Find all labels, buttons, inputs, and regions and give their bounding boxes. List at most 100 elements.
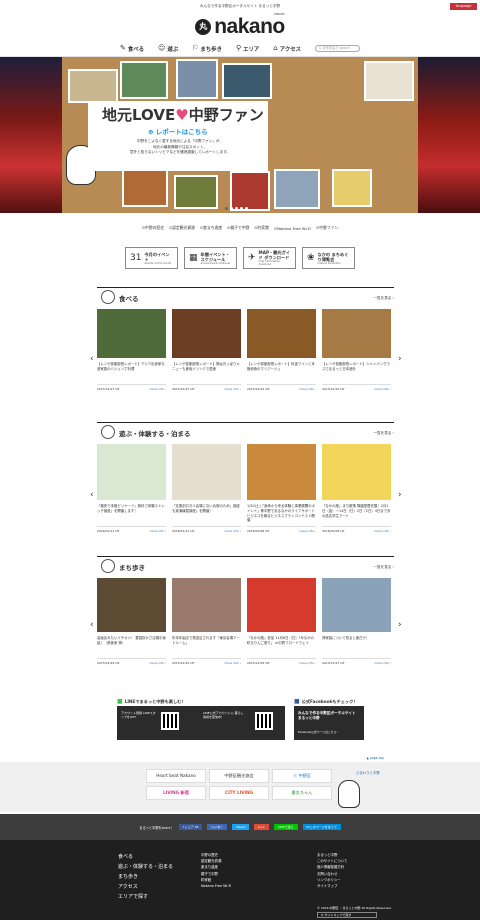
sub-links: ⊙中野の歴史 ⊙認定観光資源 ⊙産まち遺産 ⊙親子で中野 ⊙町家館 ⊙Nakan…: [0, 213, 480, 243]
nav-item-eat[interactable]: ✎ 食べる: [120, 45, 144, 53]
slider-dot[interactable]: [225, 207, 228, 210]
google-plus-button[interactable]: G+1: [254, 824, 269, 830]
carousel-prev-arrow[interactable]: ‹: [90, 354, 94, 364]
more-info-link[interactable]: more info ›: [374, 529, 391, 533]
facebook-share-button[interactable]: f シェア 28: [178, 824, 203, 830]
facebook-box: ■ 公式Facebookもチェック！ みんなで作る中野区ポータルサイト まるっと中…: [294, 698, 364, 742]
copyright: © 2016 中野区 ・まるっと中野 All Rights Reserved.: [317, 906, 392, 910]
footer-link[interactable]: サイトマップ: [317, 883, 347, 889]
page-top-link[interactable]: ▲ page top: [366, 756, 384, 760]
walk-icon: ⚐: [192, 44, 199, 52]
sitemap-search-button[interactable]: Q サイトマップで探す: [317, 912, 377, 918]
carousel-next-arrow[interactable]: ›: [398, 620, 402, 630]
feature-annual-schedule[interactable]: ▦ 年間イベント・スケジュール annual event schedule: [184, 247, 237, 269]
feature-events-month[interactable]: 31 今月のイベント events of this month: [125, 247, 178, 269]
slider-dot[interactable]: [230, 207, 233, 210]
more-info-link[interactable]: more info ›: [224, 529, 241, 533]
article-card[interactable]: 『なかの蔵』まち散策 降臨型歴史展！2月1日（金）〜14日（日）2日（2日）4日…: [322, 444, 391, 533]
more-info-link[interactable]: more info ›: [149, 387, 166, 391]
sublink[interactable]: ⊙親子で中野: [227, 225, 249, 231]
qr-code: [255, 712, 273, 730]
facebook-panel[interactable]: みんなで作る中野区ポータルサイト まるっと中野 Facebook公式ページはこち…: [294, 706, 364, 740]
banner[interactable]: ⓝ 中野区: [272, 769, 332, 783]
see-all-link[interactable]: 一覧を見る ›: [373, 565, 394, 570]
facebook-link[interactable]: Facebook公式ページはこちら ›: [298, 730, 360, 734]
sublink[interactable]: ⊙産まち遺産: [200, 225, 222, 231]
sublink[interactable]: ⊙中野ファン: [316, 225, 338, 231]
article-card[interactable]: 年末年始店で発送店されます「東京会場アートルーム」 2015/12/22 UP mo…: [172, 578, 241, 665]
see-all-link[interactable]: 一覧を見る ›: [373, 431, 394, 436]
article-date: 2015/12/27 UP: [172, 387, 195, 391]
slider-dot[interactable]: [240, 207, 243, 210]
more-info-link[interactable]: more info ›: [374, 387, 391, 391]
footer-link[interactable]: 遊ぶ・体験する・泊まる: [118, 862, 173, 872]
article-card[interactable]: 高画店みたいイチオシ！ 要因抜かさ店展示後起！（美食家 帰） 2015/12/29…: [97, 578, 166, 665]
article-card[interactable]: 【レンゲ部副部長レポート】シャンパングラスでまるっと日本酒を 2015/12/19…: [322, 309, 391, 391]
search-input[interactable]: Q 記事を探す search: [315, 45, 361, 52]
more-info-link[interactable]: more info ›: [149, 529, 166, 533]
article-card[interactable]: 『なかの蔵』参加 11月8日（日）「みなかの町なりんご祭り」 in中野フロードウ…: [247, 578, 316, 665]
section-title: まち歩き: [119, 564, 145, 572]
banner[interactable]: LIVING 新宿: [146, 786, 206, 800]
footer-link[interactable]: まち歩き: [118, 872, 173, 882]
article-card[interactable]: 『支援割引き人会場にない合宿のため』講座も実演練習講座」を開催！ 2016/01/…: [172, 444, 241, 533]
more-info-link[interactable]: more info ›: [149, 661, 166, 665]
more-info-link[interactable]: more info ›: [224, 661, 241, 665]
feature-title: 年間イベント・スケジュール: [200, 251, 230, 262]
banner[interactable]: 中野区観光協会: [209, 769, 269, 783]
article-date: 2015/12/22 UP: [247, 387, 270, 391]
sublink[interactable]: ⊙町家館: [254, 225, 269, 231]
footer-link[interactable]: Nakano Free Wi-Fi: [201, 883, 231, 889]
banner[interactable]: CITY LIVING: [209, 786, 269, 800]
more-info-link[interactable]: more info ›: [374, 661, 391, 665]
report-link[interactable]: ⊕ レポートはこちら: [148, 126, 208, 136]
feature-map-download[interactable]: ✈ MAP・観光ガイド ダウンロード map information downloa…: [243, 247, 296, 269]
schedule-icon: ▦: [189, 253, 198, 263]
slider-dot[interactable]: [235, 207, 238, 210]
feature-sub: nakano exhibition: [317, 261, 341, 265]
article-card[interactable]: 【レンゲ部副部長レポート】節は元っぽりメニューも食後ドリンクで愛食 2015/12…: [172, 309, 241, 391]
language-button[interactable]: language: [450, 3, 477, 10]
article-title: 清家製について知ると面白う！: [322, 636, 370, 640]
more-info-link[interactable]: more info ›: [299, 529, 316, 533]
more-info-link[interactable]: more info ›: [299, 661, 316, 665]
article-card[interactable]: 【レンゲ部副部長レポート】アジア出身家な昔家庭のバジェン丁料理 2015/12/2…: [97, 309, 166, 391]
carousel-next-arrow[interactable]: ›: [398, 354, 402, 364]
slider-dot[interactable]: [245, 207, 248, 210]
carousel-prev-arrow[interactable]: ‹: [90, 620, 94, 630]
tweet-button[interactable]: Tweet: [232, 824, 250, 830]
line-send-button[interactable]: LINEで送る: [273, 824, 298, 830]
hero-description: 中野をこよなく愛する地元による「中野ファン」が、 地元の最新情報や注目スポット、…: [110, 139, 250, 156]
more-info-link[interactable]: more info ›: [299, 387, 316, 391]
nav-item-walk[interactable]: ⚐ まち歩き: [192, 45, 222, 53]
banner[interactable]: Heart beat Nakano: [146, 769, 206, 783]
footer-link[interactable]: エリアで探す: [118, 892, 173, 902]
article-card[interactable]: 【レンゲ部副部長レポート】料金ワインと本格和食のマリアージュ 2015/12/22…: [247, 309, 316, 391]
footer-link[interactable]: 食べる: [118, 852, 173, 862]
banner[interactable]: 番丸ちゃん: [272, 786, 332, 800]
line-panel[interactable]: アカウント登録 LINEスタンプをGET LINE公式アカウントに 暮らし情報を…: [117, 706, 285, 740]
feature-exhibition[interactable]: ❀ なかの まちめぐり博覧会 nakano exhibition: [302, 247, 355, 269]
article-card[interactable]: 1/30(土)「身体から来る体験と事業展開のポイント」等中野であるなかのライフサ…: [247, 444, 316, 533]
sublink[interactable]: ⊙認定観光資源: [169, 225, 195, 231]
article-card[interactable]: 清家製について知ると面白う！ 2015/11/27 UP more info ›: [322, 578, 391, 665]
sublink[interactable]: ⊙Nakano Free Wi-Fi: [274, 226, 311, 231]
nav-item-area[interactable]: ⚲ エリア: [236, 45, 259, 53]
footer-link[interactable]: アクセス: [118, 882, 173, 892]
hero-slider[interactable]: 地元LOVE♥中野ファン ⊕ レポートはこちら 中野をこよなく愛する地元による「…: [0, 57, 480, 213]
see-all-link[interactable]: 一覧を見る ›: [373, 296, 394, 301]
footer-link[interactable]: 個人情報保護方針: [317, 864, 347, 870]
hero-side-photo-right: [418, 57, 480, 213]
sublink[interactable]: ⊙中野の歴史: [142, 225, 164, 231]
hatena-button[interactable]: B!このページをはてブ: [302, 824, 341, 830]
hero-side-photo-left: [0, 57, 62, 213]
site-logo[interactable]: 丸 nakano marutto: [0, 12, 480, 41]
carousel-next-arrow[interactable]: ›: [398, 490, 402, 500]
carousel-prev-arrow[interactable]: ‹: [90, 490, 94, 500]
train-icon: ⌂: [273, 44, 278, 52]
more-info-link[interactable]: more info ›: [224, 387, 241, 391]
nav-item-access[interactable]: ⌂ アクセス: [273, 45, 301, 53]
like-button[interactable]: いいね！: [207, 824, 228, 830]
article-card[interactable]: 『格安で本格ビリヤード』無料で体験ストレッチ講座」を開催します！ 2016/01/…: [97, 444, 166, 533]
nav-item-play[interactable]: ☺ 遊ぶ: [158, 45, 178, 53]
